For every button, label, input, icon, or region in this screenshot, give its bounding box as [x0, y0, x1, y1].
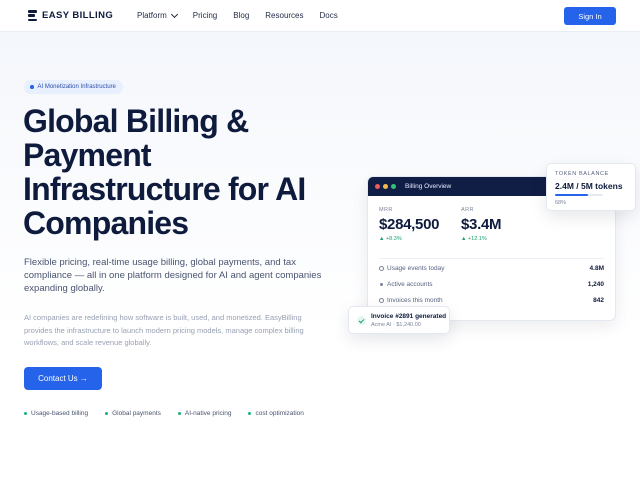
sign-in-button[interactable]: Sign In	[564, 7, 616, 25]
headline-line: Payment	[23, 137, 152, 173]
nav-blog[interactable]: Blog	[233, 11, 249, 20]
nav-pricing[interactable]: Pricing	[193, 11, 217, 20]
feature-item: cost optimization	[248, 410, 304, 417]
hero-lead: Flexible pricing, real-time usage billin…	[24, 257, 322, 294]
stat-row: Invoices this month 842	[379, 297, 604, 304]
feature-item: AI-native pricing	[177, 410, 232, 417]
headline-line: Companies	[23, 205, 189, 241]
contact-us-button[interactable]: Contact Us →	[24, 367, 102, 390]
clock-icon	[379, 298, 384, 303]
metric-arr: ARR $3.4M ▲ +12.1%	[461, 207, 502, 242]
feature-list: Usage-based billing Global payments AI-n…	[24, 410, 304, 417]
check-icon	[357, 316, 366, 325]
metric-label: MRR	[379, 207, 393, 213]
window-minimize-dot-icon	[383, 184, 388, 189]
metric-label: ARR	[461, 207, 474, 213]
metric-value: $284,500	[379, 216, 440, 233]
invoice-subtitle: Acme AI · $1,240.00	[371, 322, 421, 328]
stat-value: 1,240	[587, 281, 604, 288]
stacked-bars-logo-icon	[28, 10, 37, 21]
token-value: 2.4M / 5M tokens	[555, 181, 623, 191]
window-close-dot-icon	[375, 184, 380, 189]
hero-subtext: AI companies are redefining how software…	[24, 313, 304, 347]
token-progress-bar	[555, 194, 603, 196]
brand-name: EASY BILLING	[42, 10, 114, 21]
metric-change: ▲ +8.3%	[379, 236, 402, 242]
stat-label: Active accounts	[379, 281, 433, 288]
bullet-dot-icon	[177, 412, 181, 415]
stat-label: Invoices this month	[379, 297, 443, 304]
chevron-down-icon	[170, 10, 178, 18]
feature-label: Global payments	[112, 410, 161, 417]
token-percent: 68%	[555, 200, 567, 206]
hero-badge: AI Monetization Infrastructure	[24, 80, 123, 94]
headline-line: Global Billing &	[23, 103, 249, 139]
nav-resources[interactable]: Resources	[265, 11, 303, 20]
metric-mrr: MRR $284,500 ▲ +8.3%	[379, 207, 439, 242]
stat-row: Active accounts 1,240	[379, 281, 604, 288]
invoice-notification: Invoice #2891 generated Acme AI · $1,240…	[348, 306, 450, 334]
bullet-dot-icon	[248, 412, 252, 415]
token-balance-card: TOKEN BALANCE 2.4M / 5M tokens 68%	[546, 163, 636, 211]
feature-label: AI-native pricing	[184, 410, 232, 417]
clock-icon	[379, 266, 384, 271]
card-title: Billing Overview	[405, 183, 452, 190]
stat-value: 4.8M	[589, 265, 604, 272]
stat-row: Usage events today 4.8M	[379, 265, 604, 272]
feature-item: Global payments	[105, 410, 161, 417]
stat-label-text: Usage events today	[387, 265, 445, 272]
feature-item: Usage-based billing	[24, 410, 88, 417]
brand-logo[interactable]: EASY BILLING	[28, 10, 113, 21]
window-maximize-dot-icon	[391, 184, 396, 189]
token-label: TOKEN BALANCE	[555, 171, 609, 177]
card-divider	[379, 258, 604, 259]
metric-change: ▲ +12.1%	[461, 236, 487, 242]
badge-dot-icon	[30, 85, 34, 89]
stat-label-text: Invoices this month	[387, 297, 443, 304]
nav-platform-label: Platform	[137, 11, 167, 20]
stat-label-text: Active accounts	[387, 281, 433, 288]
feature-label: Usage-based billing	[31, 410, 89, 417]
feature-label: cost optimization	[255, 410, 304, 417]
hero-headline: Global Billing & Payment Infrastructure …	[23, 104, 353, 240]
nav-links: Platform Pricing Blog Resources Docs	[137, 10, 354, 20]
headline-line: Infrastructure for AI	[23, 171, 306, 207]
metric-value: $3.4M	[461, 216, 502, 233]
invoice-title: Invoice #2891 generated	[371, 313, 447, 320]
token-progress-fill	[555, 194, 588, 196]
bullet-dot-icon	[24, 412, 27, 415]
dot-icon	[380, 283, 383, 286]
stat-value: 842	[593, 297, 604, 304]
top-nav: EASY BILLING Platform Pricing Blog Resou…	[0, 0, 640, 32]
nav-platform[interactable]: Platform	[137, 10, 178, 20]
nav-docs[interactable]: Docs	[320, 11, 338, 20]
stat-label: Usage events today	[379, 265, 444, 272]
bullet-dot-icon	[105, 412, 109, 415]
hero-badge-text: AI Monetization Infrastructure	[37, 84, 116, 90]
